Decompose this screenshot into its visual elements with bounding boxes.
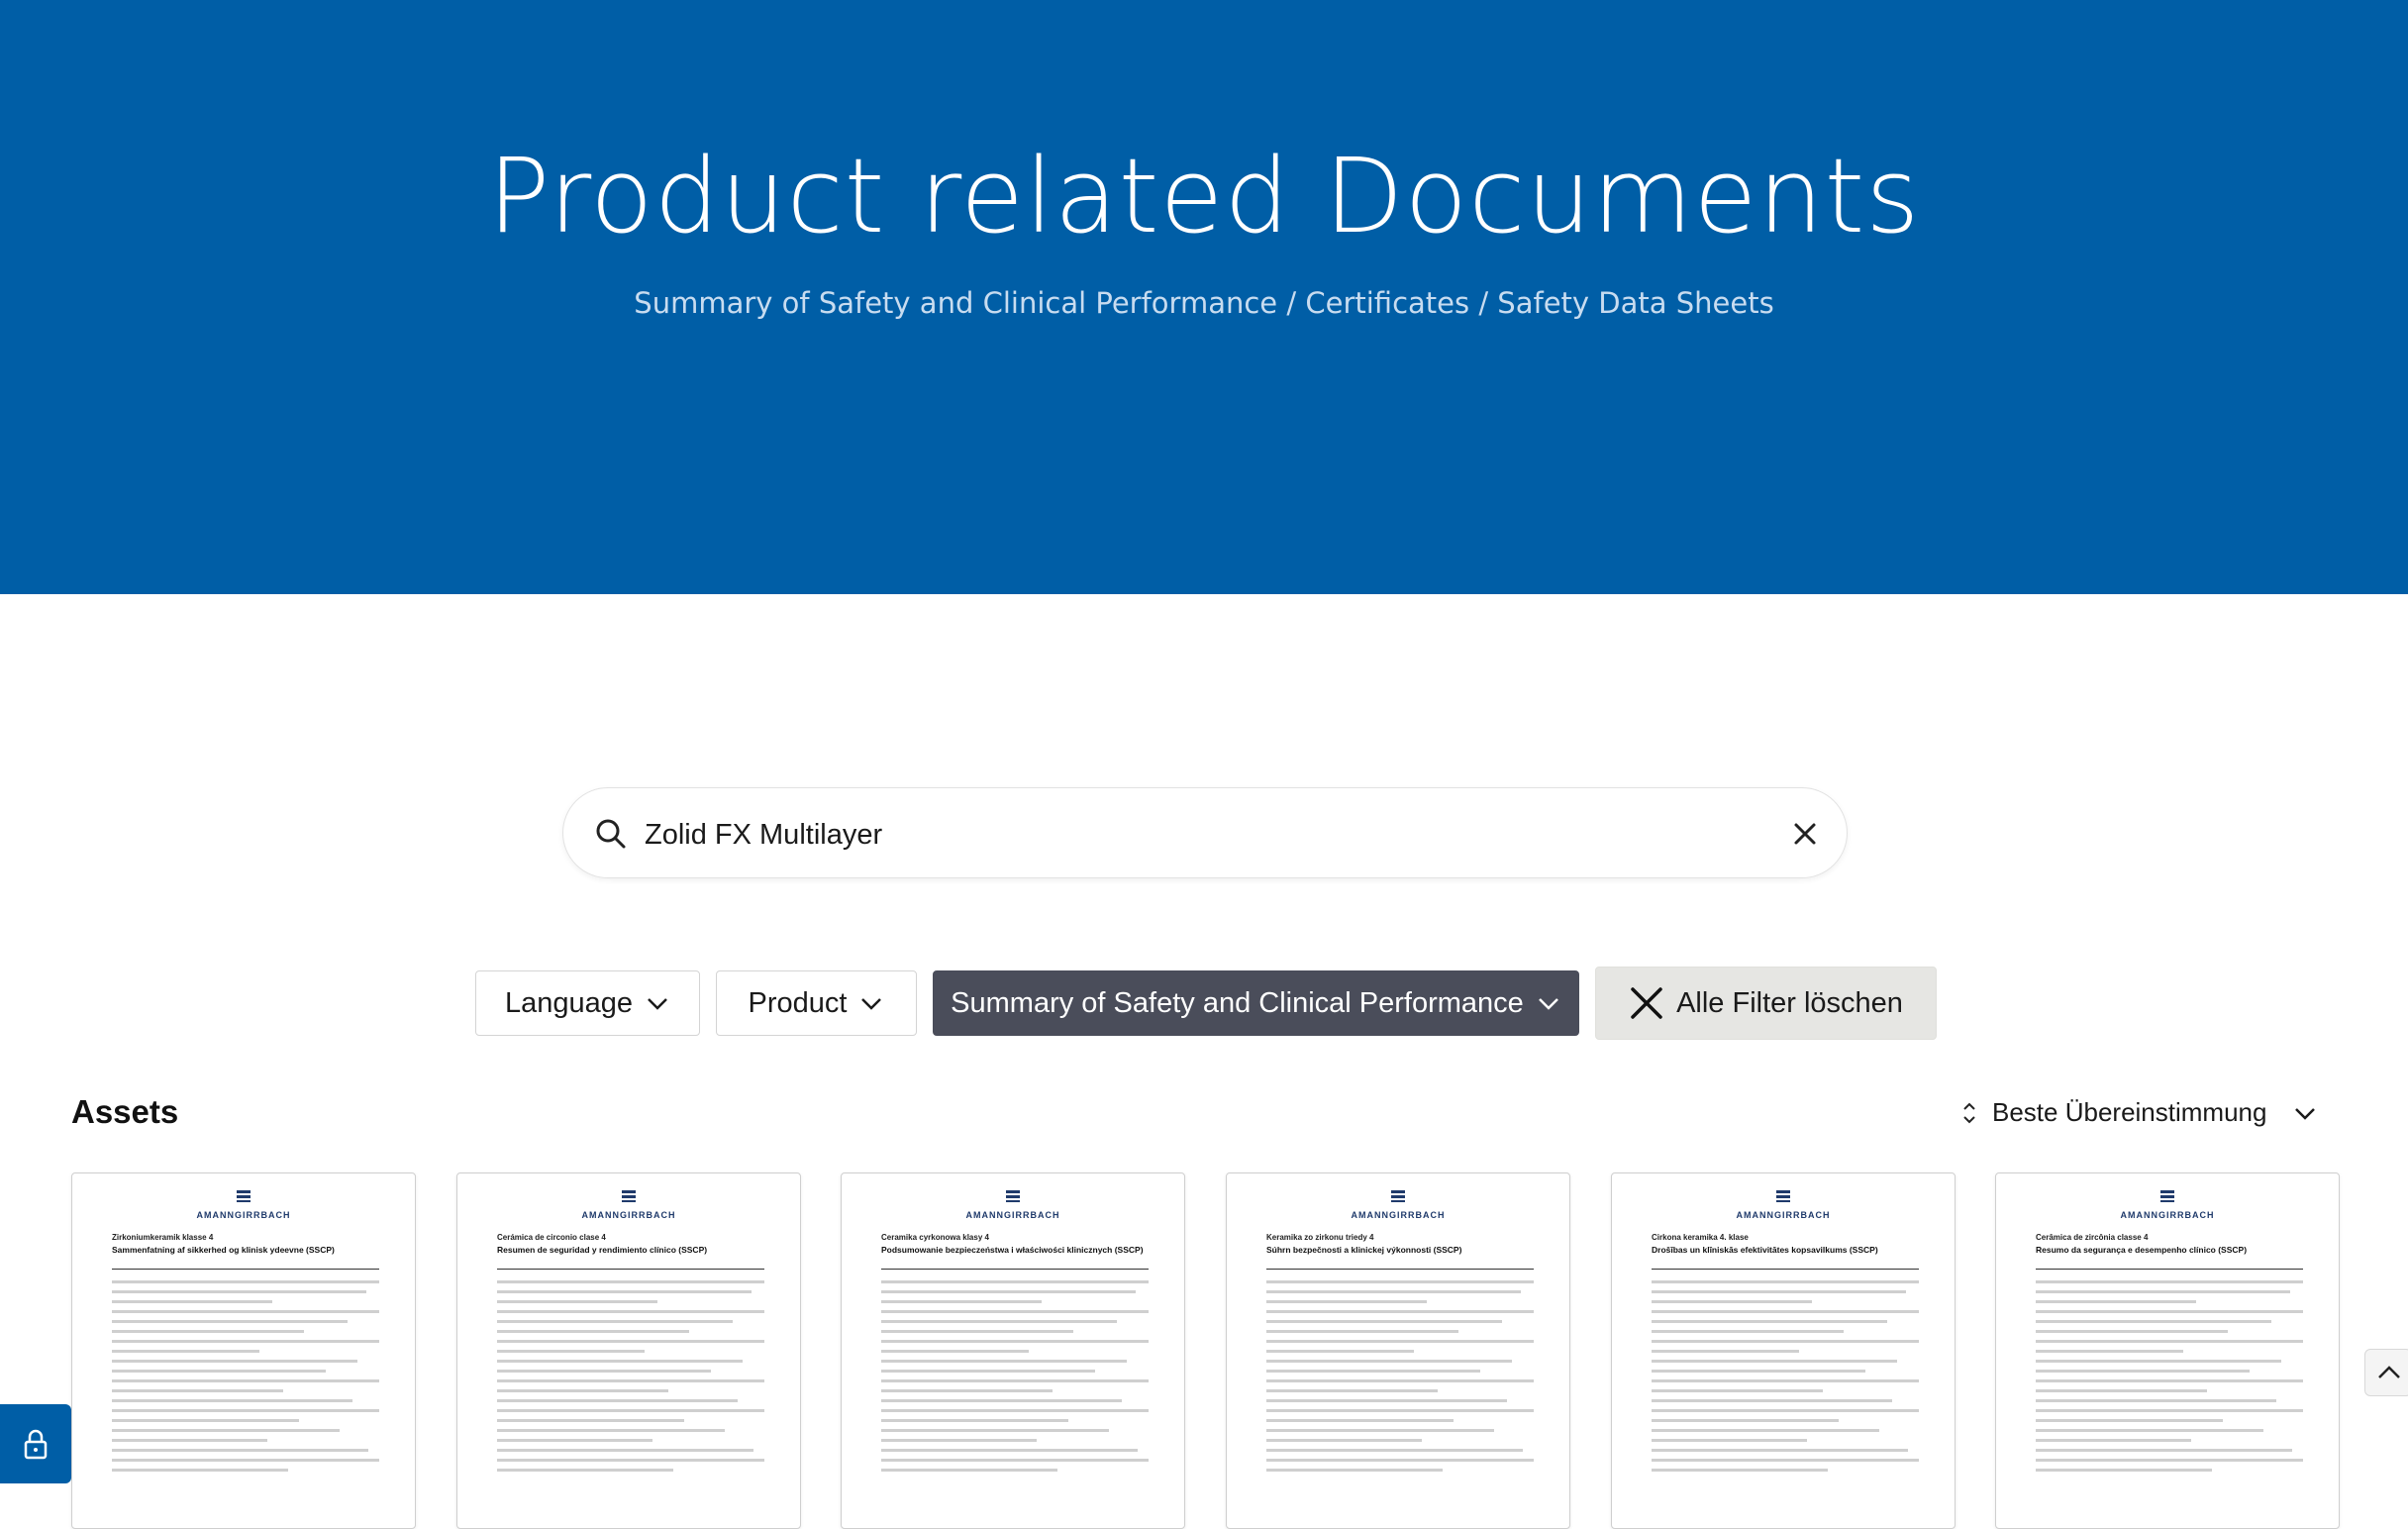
- scroll-to-top-button[interactable]: [2364, 1349, 2408, 1396]
- asset-card[interactable]: AMANNGIRRBACH Ceramika cyrkonowa klasy 4 P…: [841, 1172, 1185, 1529]
- chevron-up-icon: [2378, 1366, 2400, 1378]
- logo-icon: [1006, 1190, 1020, 1202]
- search-bar: [562, 787, 1848, 878]
- logo-icon: [622, 1190, 636, 1202]
- document-subtitle: Sammenfatning af sikkerhed og klinisk yd…: [112, 1245, 335, 1255]
- divider: [1652, 1269, 1919, 1270]
- product-filter-dropdown[interactable]: Product: [716, 970, 917, 1036]
- document-title: Keramika zo zirkonu triedy 4: [1266, 1233, 1374, 1242]
- language-filter-label: Language: [504, 986, 634, 1019]
- divider: [1266, 1269, 1534, 1270]
- document-title: Cerâmica de zircônia classe 4: [2036, 1233, 2149, 1242]
- chevron-down-icon: [1538, 998, 1558, 1010]
- document-type-filter-label: Summary of Safety and Clinical Performan…: [951, 986, 1524, 1019]
- divider: [112, 1269, 379, 1270]
- hero-banner: Product related Documents Summary of Saf…: [0, 0, 2408, 594]
- document-subtitle: Resumo da segurança e desempenho clínico…: [2036, 1245, 2248, 1255]
- chevron-down-icon: [2295, 1107, 2316, 1120]
- privacy-settings-button[interactable]: [0, 1404, 71, 1483]
- logo-text: AMANNGIRRBACH: [965, 1210, 1060, 1220]
- asset-card[interactable]: AMANNGIRRBACH Keramika zo zirkonu triedy …: [1226, 1172, 1570, 1529]
- asset-card[interactable]: AMANNGIRRBACH Cirkona keramika 4. klase Dr…: [1611, 1172, 1956, 1529]
- document-subtitle: Resumen de seguridad y rendimiento clíni…: [497, 1245, 708, 1255]
- divider: [497, 1269, 764, 1270]
- asset-card[interactable]: AMANNGIRRBACH Cerâmica de zircônia classe…: [1995, 1172, 2340, 1529]
- document-preview-text: [112, 1280, 379, 1478]
- lock-icon: [24, 1429, 48, 1460]
- chevron-down-icon: [861, 998, 882, 1010]
- sort-icon: [1963, 1102, 1975, 1123]
- page-subtitle: Summary of Safety and Clinical Performan…: [634, 286, 1774, 320]
- assets-heading: Assets: [71, 1093, 179, 1130]
- logo-icon: [237, 1190, 251, 1202]
- close-icon: [1631, 987, 1662, 1019]
- logo-text: AMANNGIRRBACH: [581, 1210, 676, 1220]
- document-title: Ceramika cyrkonowa klasy 4: [881, 1233, 989, 1242]
- document-subtitle: Podsumowanie bezpieczeństwa i właściwośc…: [881, 1245, 1144, 1255]
- sort-dropdown[interactable]: Beste Übereinstimmung: [1960, 1097, 2318, 1128]
- document-subtitle: Drošības un klīniskās efektivitātes kops…: [1652, 1245, 1878, 1255]
- divider: [881, 1269, 1149, 1270]
- search-input[interactable]: [643, 806, 1696, 864]
- document-preview-text: [2036, 1280, 2303, 1478]
- brand-logo: AMANNGIRRBACH: [72, 1189, 415, 1220]
- asset-card[interactable]: AMANNGIRRBACH Zirkoniumkeramik klasse 4 Sa…: [71, 1172, 416, 1529]
- document-subtitle: Súhrn bezpečnosti a klinickej výkonnosti…: [1266, 1245, 1462, 1255]
- logo-text: AMANNGIRRBACH: [1736, 1210, 1831, 1220]
- clear-filters-label: Alle Filter löschen: [1676, 986, 1903, 1019]
- logo-text: AMANNGIRRBACH: [2120, 1210, 2215, 1220]
- document-preview-text: [1266, 1280, 1534, 1478]
- brand-logo: AMANNGIRRBACH: [1612, 1189, 1955, 1220]
- language-filter-dropdown[interactable]: Language: [475, 970, 700, 1036]
- document-preview-text: [497, 1280, 764, 1478]
- brand-logo: AMANNGIRRBACH: [1996, 1189, 2339, 1220]
- brand-logo: AMANNGIRRBACH: [457, 1189, 800, 1220]
- document-type-filter-dropdown[interactable]: Summary of Safety and Clinical Performan…: [933, 970, 1579, 1036]
- sort-label: Beste Übereinstimmung: [1992, 1097, 2267, 1127]
- logo-text: AMANNGIRRBACH: [196, 1210, 291, 1220]
- brand-logo: AMANNGIRRBACH: [842, 1189, 1184, 1220]
- brand-logo: AMANNGIRRBACH: [1227, 1189, 1569, 1220]
- document-preview-text: [1652, 1280, 1919, 1478]
- divider: [2036, 1269, 2303, 1270]
- close-icon[interactable]: [1785, 814, 1825, 854]
- logo-icon: [2160, 1190, 2174, 1202]
- chevron-down-icon: [648, 998, 667, 1010]
- document-title: Cerámica de circonio clase 4: [497, 1233, 606, 1242]
- asset-card[interactable]: AMANNGIRRBACH Cerámica de circonio clase …: [456, 1172, 801, 1529]
- clear-filters-button[interactable]: Alle Filter löschen: [1595, 967, 1937, 1040]
- logo-icon: [1776, 1190, 1790, 1202]
- document-preview-text: [881, 1280, 1149, 1478]
- logo-icon: [1391, 1190, 1405, 1202]
- document-title: Cirkona keramika 4. klase: [1652, 1233, 1749, 1242]
- document-title: Zirkoniumkeramik klasse 4: [112, 1233, 214, 1242]
- product-filter-label: Product: [748, 986, 848, 1019]
- logo-text: AMANNGIRRBACH: [1351, 1210, 1446, 1220]
- search-icon[interactable]: [593, 816, 629, 852]
- page-title: Product related Documents: [487, 136, 1921, 256]
